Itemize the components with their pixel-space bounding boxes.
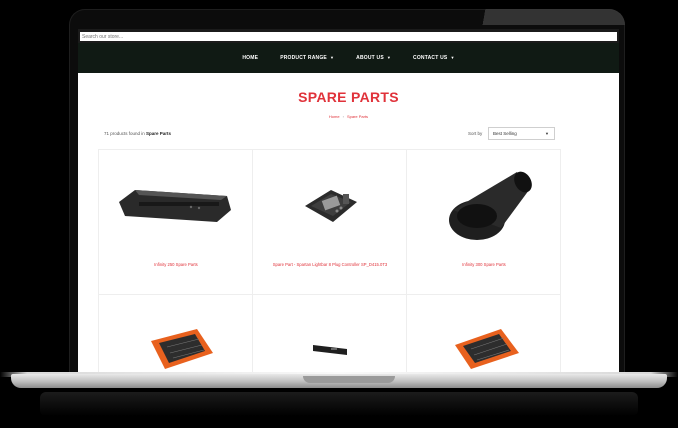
product-name[interactable]: Spare Part - Spartan Lightbar 8 Plug Con… xyxy=(253,262,407,267)
product-image xyxy=(313,345,347,355)
product-count: 71 products found in Spare Parts xyxy=(104,131,171,136)
laptop-screen: HOME PRODUCT RANGE▼ ABOUT US▼ CONTACT US… xyxy=(78,29,619,374)
product-image xyxy=(455,329,519,369)
collection-name: Spare Parts xyxy=(146,131,172,136)
chevron-down-icon: ▼ xyxy=(329,55,335,60)
breadcrumb-home-link[interactable]: Home xyxy=(329,114,340,119)
breadcrumb: Home › Spare Parts xyxy=(78,114,619,119)
laptop-notch xyxy=(303,376,395,383)
chevron-down-icon: ▼ xyxy=(450,55,455,60)
breadcrumb-current: Spare Parts xyxy=(346,114,369,119)
product-count-text: 71 products found in xyxy=(104,131,145,136)
product-card[interactable]: Infinity 250 Spare Parts xyxy=(99,150,253,295)
product-name[interactable]: Infinity 250 Spare Parts xyxy=(99,262,253,267)
product-card[interactable] xyxy=(99,295,253,374)
nav-label: CONTACT US xyxy=(413,55,448,61)
chevron-down-icon: ▼ xyxy=(386,55,392,60)
page-title: SPARE PARTS xyxy=(298,89,399,105)
product-card[interactable] xyxy=(407,295,561,374)
product-card[interactable] xyxy=(253,295,407,374)
product-image xyxy=(305,190,357,222)
product-name[interactable]: Infinity 300 Spare Parts xyxy=(407,262,561,267)
sort-value: Best Selling xyxy=(493,131,517,136)
search-bar xyxy=(78,29,619,43)
product-card[interactable]: Infinity 300 Spare Parts xyxy=(407,150,561,295)
product-image xyxy=(449,171,532,240)
search-input[interactable] xyxy=(80,32,617,41)
main-nav: HOME PRODUCT RANGE ▼ ABOUT US ▼ CONTACT US… xyxy=(78,43,619,73)
nav-item-home[interactable]: HOME xyxy=(242,55,258,61)
laptop-reflection xyxy=(40,392,638,416)
nav-item-about-us[interactable]: ABOUT US ▼ xyxy=(356,55,391,61)
nav-item-product-range[interactable]: PRODUCT RANGE ▼ xyxy=(280,55,334,61)
product-card[interactable]: Spare Part - Spartan Lightbar 8 Plug Con… xyxy=(253,150,407,295)
product-image xyxy=(119,190,231,222)
nav-item-contact-us[interactable]: CONTACT US ▼ xyxy=(413,55,455,61)
nav-label: HOME xyxy=(242,55,259,61)
screen-glare xyxy=(430,9,625,25)
breadcrumb-separator: › xyxy=(342,114,344,119)
chevron-down-icon: ▼ xyxy=(545,131,549,136)
nav-label: PRODUCT RANGE xyxy=(280,55,327,61)
sort-select[interactable]: Best Selling ▼ xyxy=(488,127,555,140)
product-grid: Infinity 250 Spare Parts Spare Part - Sp… xyxy=(98,149,561,374)
product-image xyxy=(151,329,213,369)
sort-label: Sort by xyxy=(468,131,483,136)
nav-label: ABOUT US xyxy=(356,55,384,61)
